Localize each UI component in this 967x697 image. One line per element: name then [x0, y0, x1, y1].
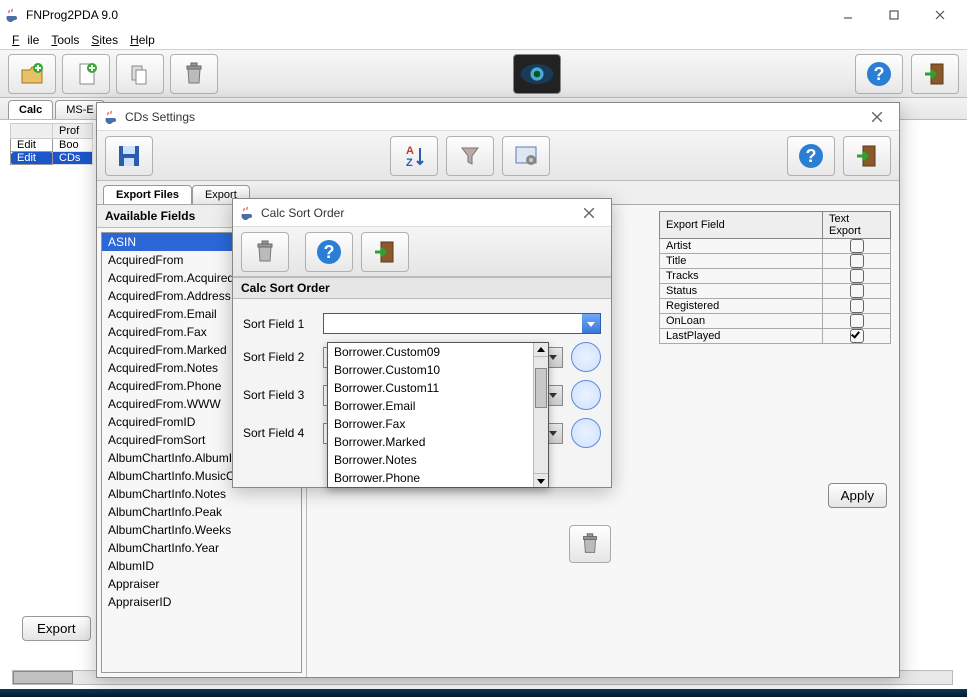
text-export-checkbox[interactable]: [823, 239, 891, 254]
text-export-checkbox[interactable]: [823, 329, 891, 344]
menu-file[interactable]: File: [8, 31, 43, 49]
menubar: File Tools Sites Help: [0, 30, 967, 50]
sort-exit-button[interactable]: [361, 232, 409, 272]
col-export-field[interactable]: Export Field: [660, 212, 823, 239]
sort-field-3-order[interactable]: [571, 380, 601, 410]
dropdown-item[interactable]: Borrower.Custom11: [328, 379, 548, 397]
java-icon: [103, 109, 119, 125]
menu-sites[interactable]: Sites: [87, 31, 122, 49]
new-folder-button[interactable]: [8, 54, 56, 94]
sort-field-1-label: Sort Field 1: [243, 317, 315, 331]
available-field-item[interactable]: AppraiserID: [102, 593, 301, 611]
preview-eye-button[interactable]: [513, 54, 561, 94]
help-button[interactable]: [855, 54, 903, 94]
sort-field-2-label: Sort Field 2: [243, 350, 315, 364]
main-titlebar: FNProg2PDA 9.0: [0, 0, 967, 30]
export-field-cell[interactable]: Title: [660, 254, 823, 269]
sort-field-1-dropdown[interactable]: Borrower.Custom09Borrower.Custom10Borrow…: [327, 342, 549, 488]
text-export-checkbox[interactable]: [823, 254, 891, 269]
sort-field-2-order[interactable]: [571, 342, 601, 372]
copy-file-button[interactable]: [116, 54, 164, 94]
text-export-checkbox[interactable]: [823, 269, 891, 284]
tab-export-files[interactable]: Export Files: [103, 185, 192, 204]
available-field-item[interactable]: AlbumChartInfo.Year: [102, 539, 301, 557]
export-field-cell[interactable]: Status: [660, 284, 823, 299]
apply-button[interactable]: Apply: [828, 483, 887, 508]
cds-close-button[interactable]: [861, 104, 893, 130]
available-field-item[interactable]: AlbumChartInfo.Peak: [102, 503, 301, 521]
tab-calc[interactable]: Calc: [8, 100, 53, 119]
dropdown-item[interactable]: Borrower.Notes: [328, 451, 548, 469]
export-field-cell[interactable]: Registered: [660, 299, 823, 314]
cds-exit-button[interactable]: [843, 136, 891, 176]
dropdown-item[interactable]: Borrower.Phone: [328, 469, 548, 487]
dropdown-item[interactable]: Borrower.Fax: [328, 415, 548, 433]
edit-button-row2[interactable]: Edit: [11, 152, 53, 165]
delete-button[interactable]: [170, 54, 218, 94]
taskbar: [0, 689, 967, 697]
sort-field-4-order[interactable]: [571, 418, 601, 448]
java-icon: [239, 205, 255, 221]
text-export-checkbox[interactable]: [823, 299, 891, 314]
sort-close-button[interactable]: [573, 200, 605, 226]
cds-help-button[interactable]: [787, 136, 835, 176]
window-title: FNProg2PDA 9.0: [26, 8, 825, 22]
sort-field-3-label: Sort Field 3: [243, 388, 315, 402]
chevron-down-icon[interactable]: [582, 314, 600, 333]
dropdown-item[interactable]: Borrower.Marked: [328, 433, 548, 451]
profile-row1[interactable]: Boo: [53, 139, 93, 152]
filter-button[interactable]: [446, 136, 494, 176]
options-button[interactable]: [502, 136, 550, 176]
maximize-button[interactable]: [871, 0, 917, 30]
dropdown-scrollbar[interactable]: [533, 343, 548, 487]
export-field-cell[interactable]: LastPlayed: [660, 329, 823, 344]
close-button[interactable]: [917, 0, 963, 30]
export-fields-table: Export Field Text Export ArtistTitleTrac…: [659, 211, 891, 344]
available-field-item[interactable]: AlbumID: [102, 557, 301, 575]
dropdown-item[interactable]: Borrower.Email: [328, 397, 548, 415]
text-export-checkbox[interactable]: [823, 284, 891, 299]
minimize-button[interactable]: [825, 0, 871, 30]
export-field-cell[interactable]: Artist: [660, 239, 823, 254]
sort-az-button[interactable]: [390, 136, 438, 176]
menu-tools[interactable]: Tools: [47, 31, 83, 49]
menu-help[interactable]: Help: [126, 31, 159, 49]
cds-dialog-title: CDs Settings: [125, 110, 861, 124]
sort-field-1-combo[interactable]: [323, 313, 601, 334]
save-button[interactable]: [105, 136, 153, 176]
sort-field-4-label: Sort Field 4: [243, 426, 315, 440]
dropdown-item[interactable]: Borrower.Custom09: [328, 343, 548, 361]
col-text-export[interactable]: Text Export: [823, 212, 891, 239]
sort-section-header: Calc Sort Order: [233, 277, 611, 299]
sort-dialog-title: Calc Sort Order: [261, 206, 573, 220]
new-file-button[interactable]: [62, 54, 110, 94]
available-field-item[interactable]: AlbumChartInfo.Weeks: [102, 521, 301, 539]
sort-help-button[interactable]: [305, 232, 353, 272]
remove-field-button[interactable]: [569, 525, 611, 563]
edit-button-row1[interactable]: Edit: [11, 139, 53, 152]
profile-row2[interactable]: CDs: [53, 152, 93, 165]
export-field-cell[interactable]: Tracks: [660, 269, 823, 284]
col-profile: Prof: [53, 124, 93, 139]
available-field-item[interactable]: Appraiser: [102, 575, 301, 593]
exit-button[interactable]: [911, 54, 959, 94]
main-toolbar: [0, 50, 967, 98]
text-export-checkbox[interactable]: [823, 314, 891, 329]
java-icon: [4, 7, 20, 23]
dropdown-item[interactable]: Borrower.Custom10: [328, 361, 548, 379]
sort-clear-button[interactable]: [241, 232, 289, 272]
export-field-cell[interactable]: OnLoan: [660, 314, 823, 329]
export-button[interactable]: Export: [22, 616, 91, 641]
